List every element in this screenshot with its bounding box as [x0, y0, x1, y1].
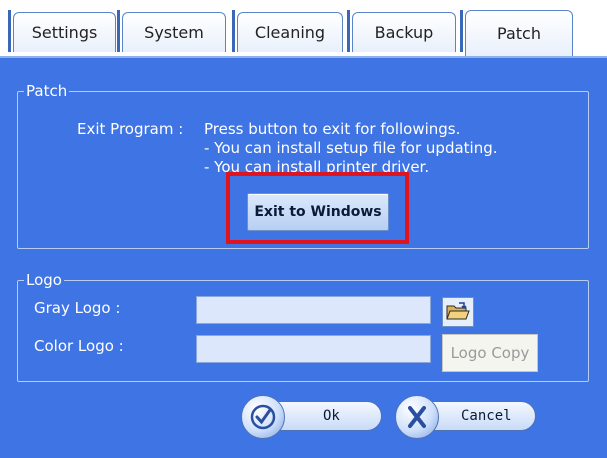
open-folder-icon — [446, 302, 470, 320]
ok-icon-wrap[interactable] — [241, 395, 285, 439]
exit-program-label: Exit Program : — [77, 120, 184, 138]
color-logo-field[interactable] — [196, 335, 431, 363]
tab-bar: Settings System Cleaning Backup Patch — [0, 0, 607, 58]
patch-group-title: Patch — [24, 82, 70, 100]
tab-edge — [117, 10, 120, 52]
highlight-box — [226, 172, 409, 244]
tab-system[interactable]: System — [122, 12, 226, 52]
tab-backup[interactable]: Backup — [352, 12, 456, 52]
color-logo-label: Color Logo : — [34, 337, 124, 355]
cancel-icon-wrap[interactable] — [395, 395, 439, 439]
cancel-label: Cancel — [461, 408, 512, 424]
patch-desc-line2: - You can install setup file for updatin… — [204, 139, 498, 157]
tab-settings[interactable]: Settings — [13, 12, 116, 52]
patch-desc-line1: Press button to exit for followings. — [204, 120, 461, 138]
tab-edge — [347, 10, 350, 52]
gray-logo-label: Gray Logo : — [34, 299, 121, 317]
logo-copy-button[interactable]: Logo Copy — [442, 334, 538, 372]
tab-edge — [460, 10, 463, 52]
x-icon — [408, 406, 426, 428]
gray-logo-field[interactable] — [196, 296, 431, 324]
check-icon — [250, 404, 276, 430]
tab-edge — [232, 10, 235, 52]
ok-label: Ok — [323, 408, 340, 424]
tab-cleaning[interactable]: Cleaning — [237, 12, 343, 52]
logo-group-title: Logo — [24, 271, 64, 289]
tab-patch[interactable]: Patch — [465, 10, 573, 56]
tab-edge — [8, 10, 11, 52]
open-folder-button[interactable] — [442, 297, 474, 327]
patch-panel: Patch Exit Program : Press button to exi… — [0, 56, 607, 458]
